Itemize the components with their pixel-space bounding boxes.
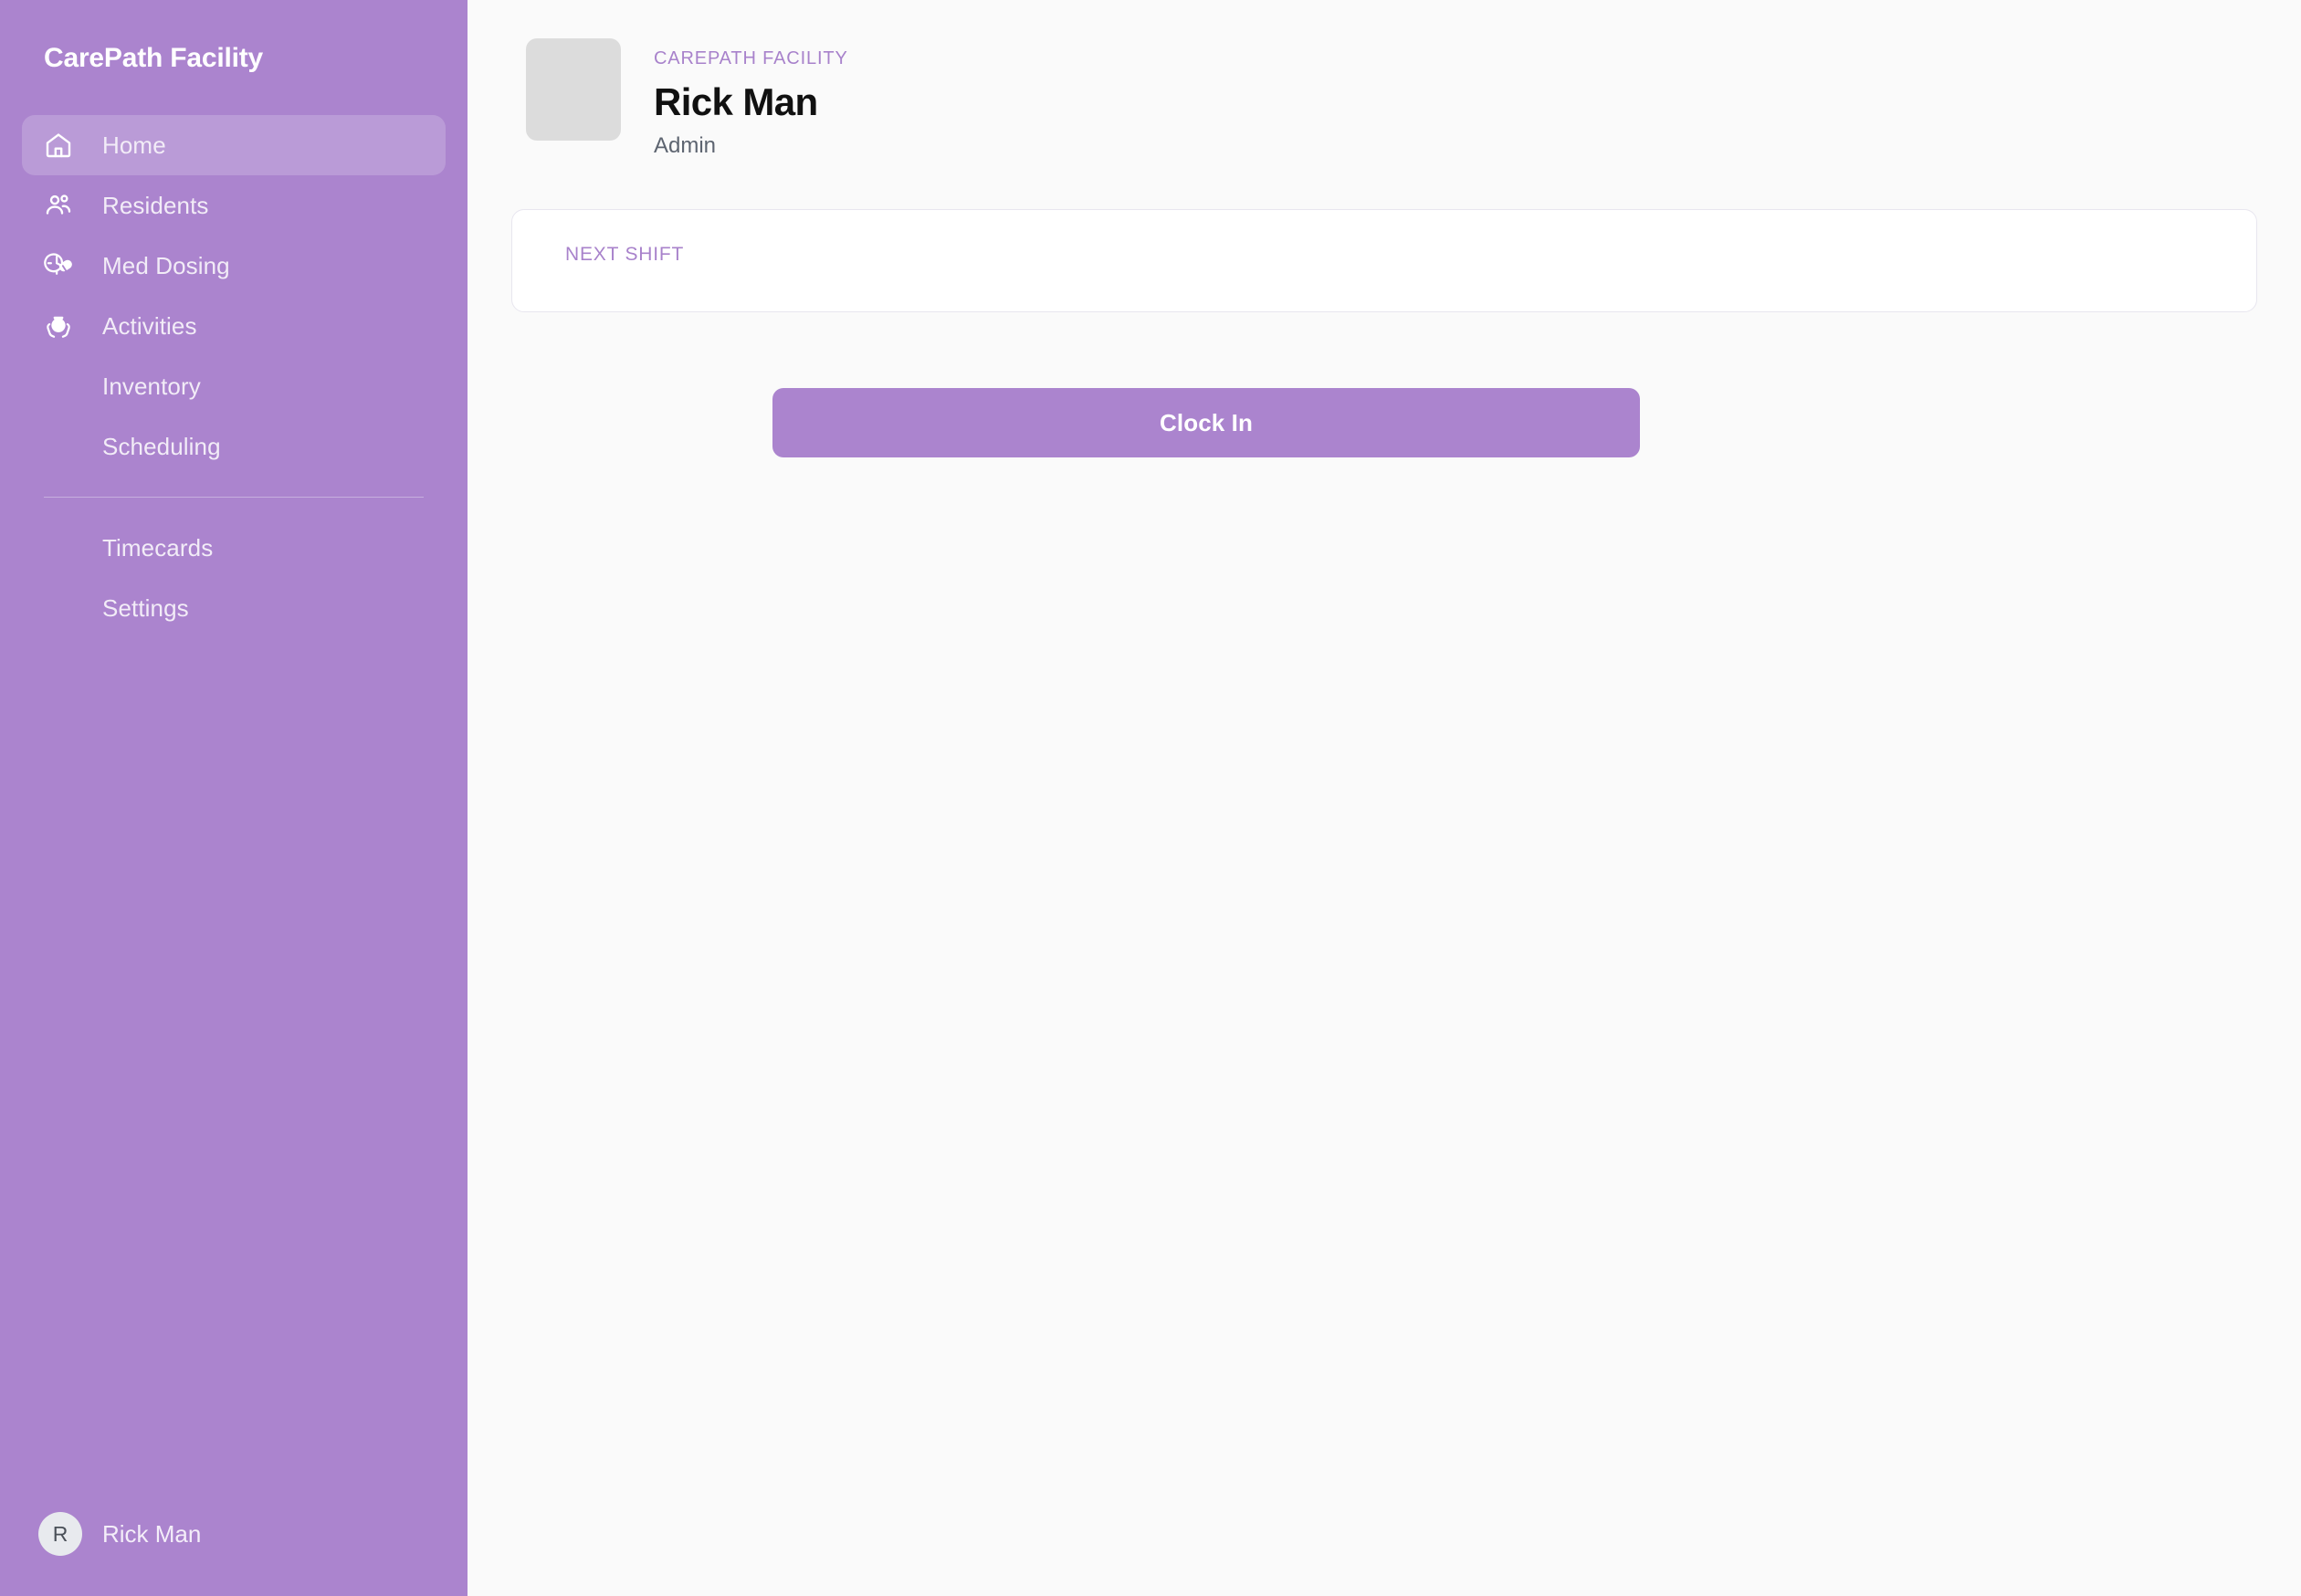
sidebar-item-med-dosing[interactable]: Med Dosing	[22, 236, 446, 296]
page-title: Rick Man	[654, 80, 818, 123]
scheduling-icon-placeholder	[44, 431, 80, 462]
settings-icon-placeholder	[44, 593, 80, 624]
sidebar-item-label: Scheduling	[102, 433, 221, 460]
app-root: CarePath Facility Home Residents Med Dos…	[0, 0, 2301, 1596]
sidebar-item-label: Residents	[102, 192, 209, 219]
home-icon	[44, 130, 80, 161]
facility-eyebrow: CAREPATH FACILITY	[654, 48, 848, 68]
sidebar-item-timecards[interactable]: Timecards	[22, 518, 446, 578]
sidebar-nav: Home Residents Med Dosing Activities Inv…	[0, 115, 468, 638]
users-icon	[44, 190, 80, 221]
sidebar-item-activities[interactable]: Activities	[22, 296, 446, 356]
sidebar-item-label: Activities	[102, 312, 197, 340]
sidebar-item-residents[interactable]: Residents	[22, 175, 446, 236]
sidebar-item-scheduling[interactable]: Scheduling	[22, 416, 446, 477]
profile-text: CAREPATH FACILITY Rick Man Admin	[654, 38, 848, 157]
sidebar-divider	[44, 497, 424, 498]
sidebar-item-label: Settings	[102, 594, 189, 622]
pill-clock-icon	[44, 250, 80, 281]
inventory-icon-placeholder	[44, 371, 80, 402]
avatar: R	[38, 1512, 82, 1556]
sidebar-item-label: Home	[102, 131, 166, 159]
sidebar: CarePath Facility Home Residents Med Dos…	[0, 0, 468, 1596]
sidebar-item-settings[interactable]: Settings	[22, 578, 446, 638]
profile-photo-placeholder	[526, 38, 621, 141]
clock-in-button[interactable]: Clock In	[772, 388, 1640, 458]
hands-pot-icon	[44, 310, 80, 341]
sidebar-item-label: Inventory	[102, 373, 201, 400]
sidebar-item-label: Timecards	[102, 534, 214, 562]
profile-header: CAREPATH FACILITY Rick Man Admin	[511, 27, 2257, 157]
next-shift-label: NEXT SHIFT	[565, 244, 685, 266]
sidebar-title: CarePath Facility	[44, 43, 264, 73]
sidebar-user-name: Rick Man	[102, 1520, 202, 1548]
sidebar-item-inventory[interactable]: Inventory	[22, 356, 446, 416]
sidebar-item-label: Med Dosing	[102, 252, 230, 279]
sidebar-user-profile[interactable]: R Rick Man	[0, 1512, 201, 1556]
timecards-icon-placeholder	[44, 532, 80, 563]
sidebar-item-home[interactable]: Home	[22, 115, 446, 175]
main-content: CAREPATH FACILITY Rick Man Admin NEXT SH…	[468, 0, 2301, 1596]
next-shift-card: NEXT SHIFT	[511, 209, 2257, 313]
clock-in-row: Clock In	[511, 388, 2257, 458]
profile-role: Admin	[654, 133, 717, 159]
